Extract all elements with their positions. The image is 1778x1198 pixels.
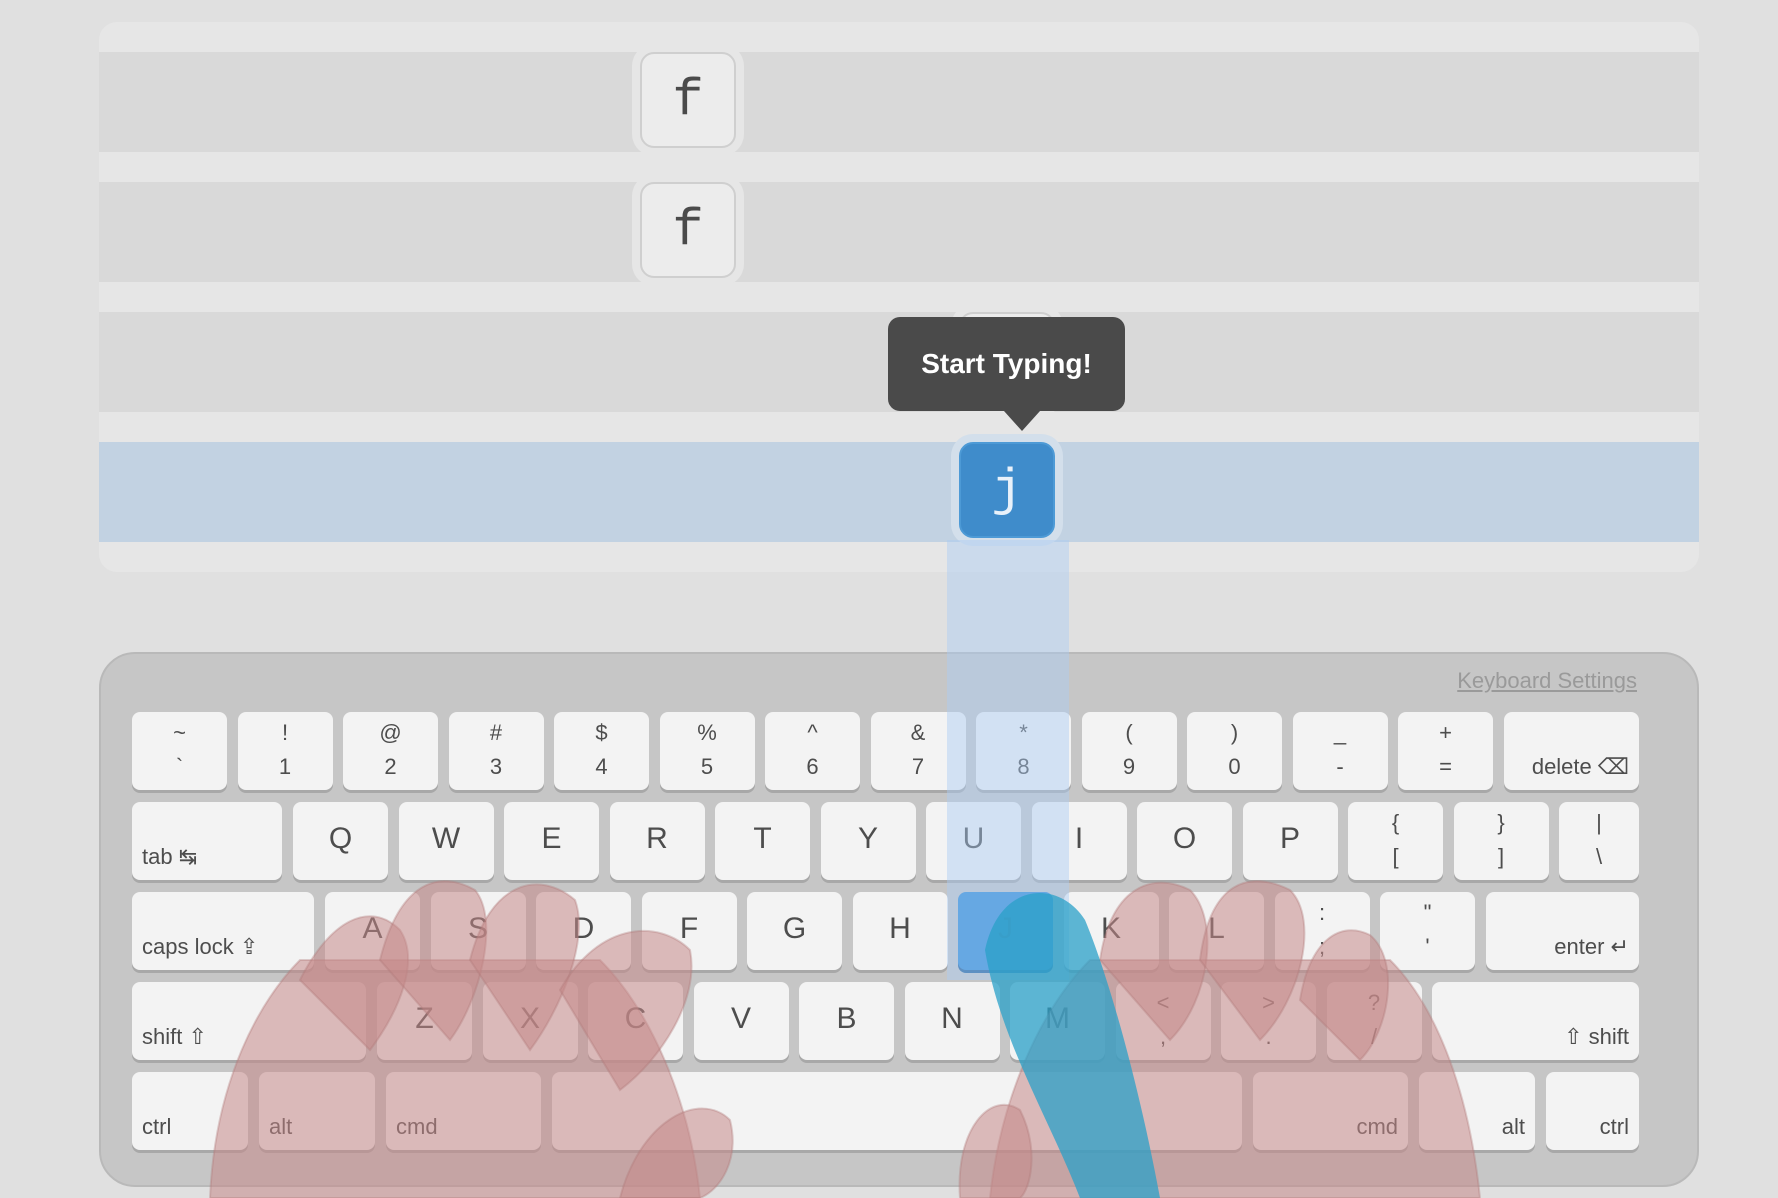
key-y[interactable]: Y <box>820 802 916 880</box>
key-g[interactable]: G <box>747 892 842 970</box>
key-punct[interactable]: }] <box>1453 802 1549 880</box>
lesson-key: f <box>640 52 736 148</box>
key-`[interactable]: ~ ` <box>132 712 227 790</box>
key-w[interactable]: W <box>398 802 494 880</box>
key-punct[interactable]: | \ <box>1559 802 1639 880</box>
keyboard-settings-link[interactable]: Keyboard Settings <box>1457 668 1637 694</box>
right-ctrl-key[interactable]: ctrl <box>1546 1072 1639 1150</box>
key-7[interactable]: & 7 <box>870 712 966 790</box>
key-punct[interactable]: >. <box>1221 982 1316 1060</box>
key-4[interactable]: $4 <box>554 712 649 790</box>
caps-lock-key[interactable]: caps lock ⇪ <box>132 892 314 970</box>
start-typing-tooltip: Start Typing! <box>888 317 1125 411</box>
key-t[interactable]: T <box>715 802 810 880</box>
key-6[interactable]: ^ 6 <box>765 712 860 790</box>
key-9[interactable]: (9 <box>1081 712 1177 790</box>
key-v[interactable]: V <box>693 982 789 1060</box>
key-d[interactable]: D <box>536 892 631 970</box>
key-punct[interactable]: {[ <box>1348 802 1443 880</box>
space-bar[interactable] <box>552 1072 1242 1150</box>
lesson-panel: f f j j <box>99 22 1699 572</box>
key-a[interactable]: A <box>325 892 420 970</box>
key--[interactable]: _ - <box>1292 712 1388 790</box>
key-1[interactable]: ! 1 <box>237 712 333 790</box>
key-punct[interactable]: " ' <box>1380 892 1475 970</box>
key-5[interactable]: % 5 <box>659 712 755 790</box>
key-z[interactable]: Z <box>377 982 472 1060</box>
right-alt-key[interactable]: alt <box>1419 1072 1535 1150</box>
key-=[interactable]: + = <box>1398 712 1493 790</box>
key-m[interactable]: M <box>1010 982 1105 1060</box>
lesson-key-current: j <box>959 442 1055 538</box>
left-shift-key[interactable]: shift ⇧ <box>132 982 366 1060</box>
tab-key[interactable]: tab ↹ <box>132 802 282 880</box>
tooltip-arrow <box>1004 411 1040 431</box>
lesson-key: f <box>640 182 736 278</box>
key-c[interactable]: C <box>588 982 683 1060</box>
right-cmd-key[interactable]: cmd <box>1253 1072 1408 1150</box>
key-f[interactable]: F <box>641 892 737 970</box>
key-o[interactable]: O <box>1137 802 1232 880</box>
key-punct[interactable]: :; <box>1274 892 1370 970</box>
key-3[interactable]: #3 <box>448 712 544 790</box>
lesson-row: f <box>99 182 1699 282</box>
left-alt-key[interactable]: alt <box>259 1072 375 1150</box>
key-h[interactable]: H <box>852 892 948 970</box>
lesson-row-active: j <box>99 442 1699 542</box>
key-k[interactable]: K <box>1063 892 1159 970</box>
key-punct[interactable]: <, <box>1115 982 1211 1060</box>
enter-key[interactable]: enter ↵ <box>1485 892 1639 970</box>
key-b[interactable]: B <box>799 982 894 1060</box>
key-e[interactable]: E <box>504 802 599 880</box>
key-u[interactable]: U <box>926 802 1021 880</box>
key-j[interactable]: J <box>958 892 1053 970</box>
delete-key[interactable]: delete ⌫ <box>1503 712 1639 790</box>
right-shift-key[interactable]: ⇧ shift <box>1432 982 1639 1060</box>
virtual-keyboard: Keyboard Settings ~ `! 1 @2 #3 $4% 5 ^ 6 & 7 * 8(9) 0… <box>99 652 1699 1187</box>
key-punct[interactable]: ? / <box>1326 982 1422 1060</box>
key-2[interactable]: @2 <box>343 712 438 790</box>
key-l[interactable]: L <box>1169 892 1264 970</box>
key-8[interactable]: * 8 <box>976 712 1071 790</box>
key-0[interactable]: ) 0 <box>1187 712 1282 790</box>
left-cmd-key[interactable]: cmd <box>386 1072 541 1150</box>
key-s[interactable]: S <box>430 892 526 970</box>
key-n[interactable]: N <box>904 982 1000 1060</box>
lesson-row: f <box>99 52 1699 152</box>
left-ctrl-key[interactable]: ctrl <box>132 1072 248 1150</box>
key-p[interactable]: P <box>1242 802 1338 880</box>
key-i[interactable]: I <box>1031 802 1127 880</box>
key-x[interactable]: X <box>482 982 578 1060</box>
key-q[interactable]: Q <box>293 802 388 880</box>
key-r[interactable]: R <box>609 802 705 880</box>
